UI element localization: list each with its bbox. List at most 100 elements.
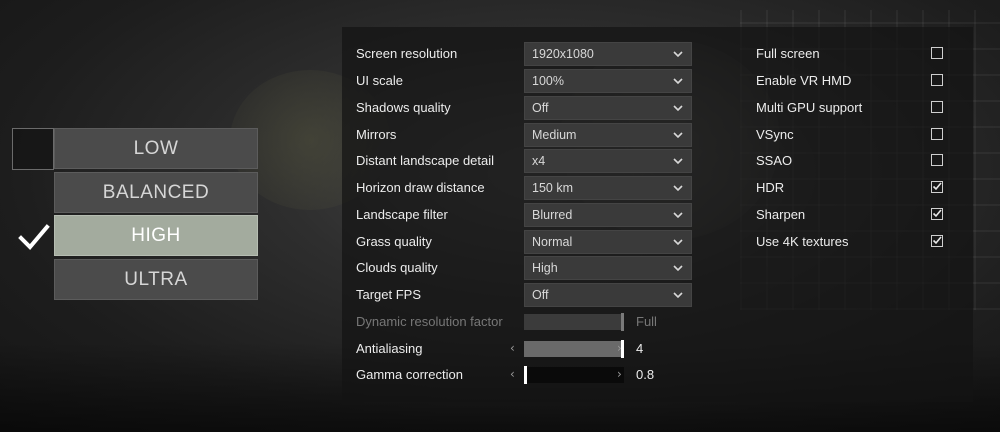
ssao-checkbox[interactable] [931,154,943,166]
toggle-label: VSync [756,127,794,142]
setting-clouds-quality: Clouds quality High [356,256,696,280]
preset-ultra-button[interactable]: ULTRA [54,259,258,300]
preset-high-label: HIGH [131,224,181,246]
slider-knob [621,313,624,331]
dropdown-value: 100% [532,74,564,88]
slider-value: 0.8 [636,367,655,382]
dropdown-value: Off [532,288,549,302]
multi-gpu-support-checkbox[interactable] [931,101,943,113]
setting-label: Antialiasing [356,341,423,356]
dropdown-value: Medium [532,128,577,142]
setting-gamma-correction: Gamma correction ‹ › 0.8 [356,363,696,387]
preset-low-button[interactable]: LOW [54,128,258,169]
setting-label: Shadows quality [356,100,451,115]
toggle-use-4k-textures[interactable]: Use 4K textures [756,230,946,254]
slider-value: 4 [636,341,644,356]
slider-value: Full [636,314,657,329]
dynamic-resolution-slider [524,313,624,331]
checkbox-check-icon [932,209,942,218]
chevron-down-icon [673,78,683,85]
dropdown-value: Blurred [532,208,573,222]
clouds-quality-dropdown[interactable]: High [524,256,692,280]
setting-label: Clouds quality [356,260,438,275]
dropdown-value: 150 km [532,181,573,195]
full-screen-checkbox[interactable] [931,47,943,59]
dropdown-value: x4 [532,154,546,168]
setting-label: UI scale [356,73,403,88]
sharpen-checkbox[interactable] [931,208,943,220]
toggle-enable-vr-hmd[interactable]: Enable VR HMD [756,69,946,93]
toggle-multi-gpu-support[interactable]: Multi GPU support [756,96,946,120]
checkmark-icon [18,224,50,250]
toggle-label: Multi GPU support [756,100,863,115]
slider-knob[interactable] [524,366,527,384]
chevron-down-icon [673,105,683,112]
preset-ultra-label: ULTRA [124,268,188,290]
preset-low-label: LOW [133,137,179,159]
setting-ui-scale: UI scale 100% [356,69,696,93]
setting-antialiasing: Antialiasing ‹ › 4 [356,337,696,361]
chevron-down-icon [673,185,683,192]
toggle-hdr[interactable]: HDR [756,176,946,200]
target-fps-dropdown[interactable]: Off [524,283,692,307]
toggle-label: Full screen [756,46,820,61]
slider-increase-arrow[interactable]: › [617,341,622,355]
setting-label: Grass quality [356,234,432,249]
slider-fill [524,341,621,357]
settings-panel: Screen resolution 1920x1080 UI scale 100… [342,27,973,402]
slider-decrease-arrow[interactable]: ‹ [510,341,515,355]
checkbox-check-icon [932,182,942,191]
setting-label: Distant landscape detail [356,153,495,168]
gamma-correction-slider[interactable] [524,366,624,384]
vsync-checkbox[interactable] [931,128,943,140]
toggle-label: Use 4K textures [756,234,849,249]
setting-grass-quality: Grass quality Normal [356,230,696,254]
setting-label: Screen resolution [356,46,458,61]
slider-decrease-arrow[interactable]: ‹ [510,367,515,381]
toggle-full-screen[interactable]: Full screen [756,42,946,66]
dropdown-value: Normal [532,235,573,249]
setting-label: Horizon draw distance [356,180,485,195]
setting-label: Gamma correction [356,367,463,382]
horizon-draw-distance-dropdown[interactable]: 150 km [524,176,692,200]
toggle-label: Sharpen [756,207,806,222]
preset-high-button[interactable]: HIGH [54,215,258,256]
distant-landscape-detail-dropdown[interactable]: x4 [524,149,692,173]
setting-label: Mirrors [356,127,397,142]
setting-label: Target FPS [356,287,422,302]
slider-increase-arrow[interactable]: › [617,367,622,381]
hdr-checkbox[interactable] [931,181,943,193]
setting-target-fps: Target FPS Off [356,283,696,307]
setting-horizon-draw-distance: Horizon draw distance 150 km [356,176,696,200]
toggle-label: HDR [756,180,785,195]
shadows-quality-dropdown[interactable]: Off [524,96,692,120]
preset-balanced-button[interactable]: BALANCED [54,172,258,213]
antialiasing-slider[interactable] [524,340,624,358]
checkbox-check-icon [932,236,942,245]
landscape-filter-dropdown[interactable]: Blurred [524,203,692,227]
ui-scale-dropdown[interactable]: 100% [524,69,692,93]
setting-label: Dynamic resolution factor [356,314,503,329]
chevron-down-icon [673,51,683,58]
toggle-vsync[interactable]: VSync [756,123,946,147]
setting-screen-resolution: Screen resolution 1920x1080 [356,42,696,66]
dropdown-value: Off [532,101,549,115]
chevron-down-icon [673,158,683,165]
setting-dynamic-resolution-factor: Dynamic resolution factor Full [356,310,696,334]
chevron-down-icon [673,292,683,299]
enable-vr-hmd-checkbox[interactable] [931,74,943,86]
setting-shadows-quality: Shadows quality Off [356,96,696,120]
toggle-label: SSAO [756,153,793,168]
chevron-down-icon [673,265,683,272]
screen-resolution-dropdown[interactable]: 1920x1080 [524,42,692,66]
setting-landscape-filter: Landscape filter Blurred [356,203,696,227]
grass-quality-dropdown[interactable]: Normal [524,230,692,254]
toggle-sharpen[interactable]: Sharpen [756,203,946,227]
mirrors-dropdown[interactable]: Medium [524,123,692,147]
preset-balanced-label: BALANCED [102,181,210,203]
dropdown-value: 1920x1080 [532,47,594,61]
use-4k-textures-checkbox[interactable] [931,235,943,247]
preset-hover-marker [12,128,54,170]
toggle-ssao[interactable]: SSAO [756,149,946,173]
chevron-down-icon [673,132,683,139]
